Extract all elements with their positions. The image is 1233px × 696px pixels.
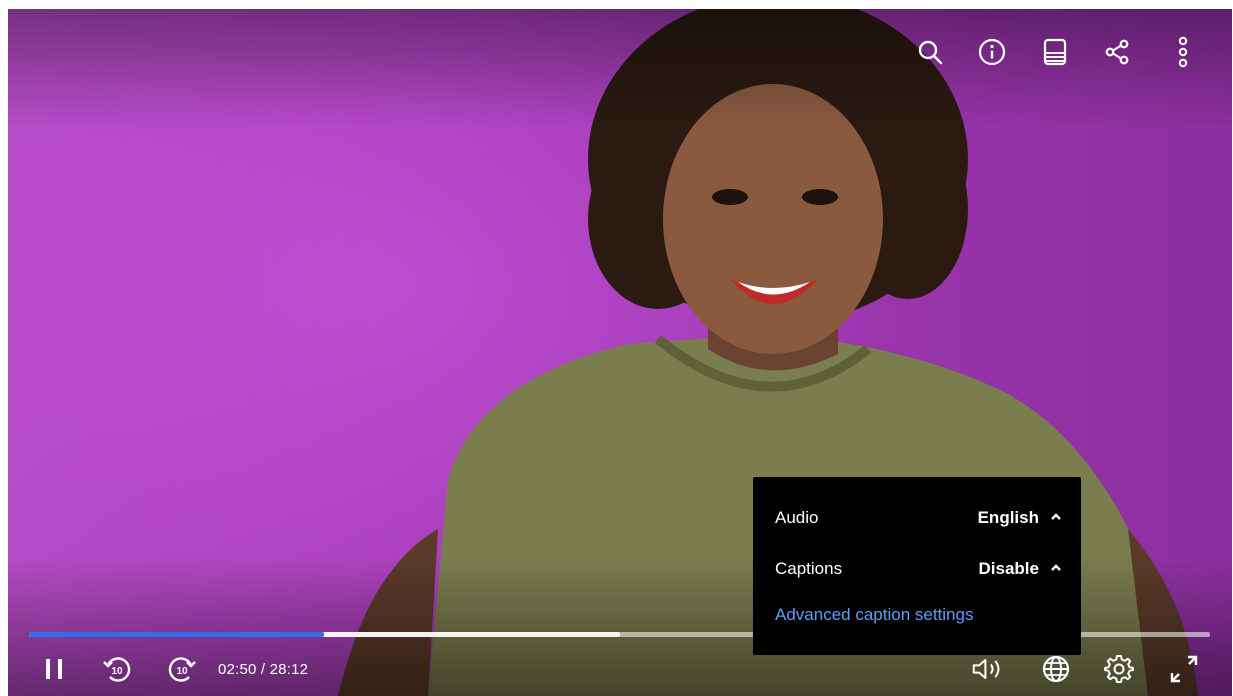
transcript-icon[interactable] bbox=[1037, 34, 1073, 70]
captions-row[interactable]: Captions Disable bbox=[753, 546, 1081, 590]
pause-icon[interactable] bbox=[36, 651, 72, 687]
fullscreen-icon[interactable] bbox=[1166, 651, 1202, 687]
captions-value: Disable bbox=[978, 559, 1039, 578]
time-display: 02:50 / 28:12 bbox=[218, 661, 309, 678]
language-menu: Audio English Captions Disable Advanced … bbox=[753, 477, 1081, 655]
audio-value: English bbox=[977, 508, 1039, 527]
chevron-up-icon bbox=[1051, 513, 1061, 520]
captions-label: Captions bbox=[775, 559, 843, 578]
more-vert-icon[interactable] bbox=[1165, 34, 1201, 70]
share-icon[interactable] bbox=[1099, 34, 1135, 70]
volume-icon[interactable] bbox=[971, 651, 1007, 687]
video-player[interactable]: 10 10 02:50 / 28:12 Audio English Captio… bbox=[8, 9, 1232, 696]
rewind-10-icon[interactable]: 10 bbox=[99, 651, 135, 687]
chevron-up-icon bbox=[1051, 564, 1061, 571]
audio-label: Audio bbox=[775, 508, 819, 527]
advanced-caption-settings-link[interactable]: Advanced caption settings bbox=[775, 605, 973, 625]
search-icon[interactable] bbox=[912, 34, 948, 70]
played-fill bbox=[29, 632, 325, 637]
language-globe-icon[interactable] bbox=[1038, 651, 1074, 687]
forward-10-icon[interactable]: 10 bbox=[164, 651, 200, 687]
svg-text:10: 10 bbox=[111, 666, 123, 677]
info-icon[interactable] bbox=[974, 34, 1010, 70]
settings-gear-icon[interactable] bbox=[1101, 651, 1137, 687]
svg-text:10: 10 bbox=[176, 666, 188, 677]
audio-language-row[interactable]: Audio English bbox=[753, 495, 1081, 539]
